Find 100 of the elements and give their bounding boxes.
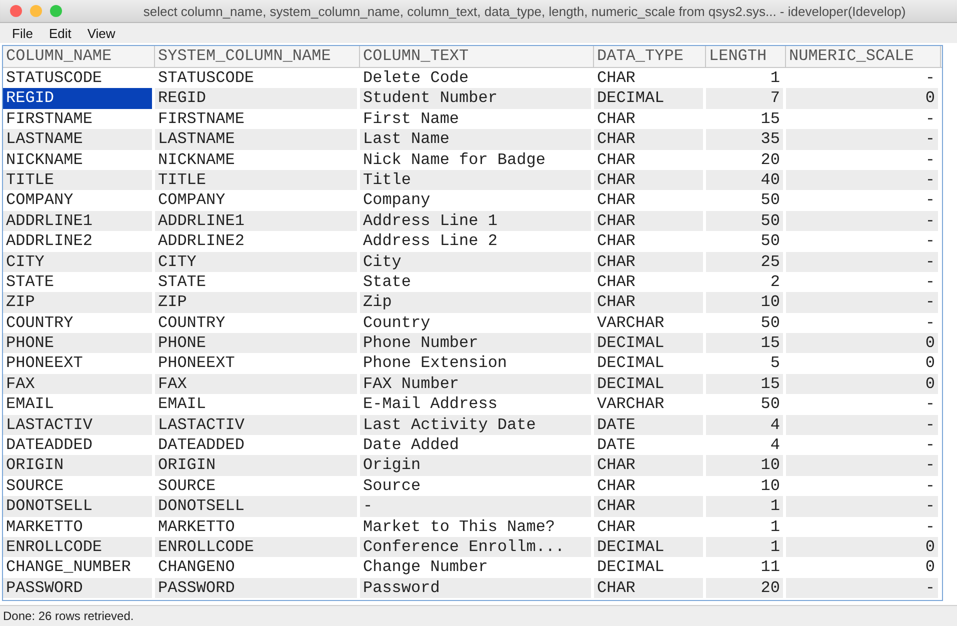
table-cell: - [786,210,938,232]
menu-item[interactable]: File [4,26,41,40]
table-cell: - [786,129,938,150]
table-cell-text: - [924,435,936,456]
column-header[interactable]: SYSTEM_COLUMN_NAME [155,46,360,67]
table-cell: 25 [706,252,783,272]
table-cell-text: 50 [760,231,781,252]
table-cell-text: STATUSCODE [157,68,256,88]
table-cell: Last Name [360,129,591,150]
table-cell: ZIP [155,292,357,313]
table-cell[interactable]: SOURCE [3,476,152,496]
table-cell: ADDRLINE1 [155,210,357,232]
table-cell[interactable]: PHONE [3,333,152,354]
table-cell-text: Company [362,190,432,211]
status-bar: Done: 26 rows retrieved. [0,605,957,626]
table-cell: 10 [706,292,783,313]
table-cell-text: 50 [760,190,781,211]
table-cell[interactable]: LASTNAME [3,129,152,150]
table-cell[interactable]: DATEADDED [3,435,152,456]
table-cell: - [786,170,938,190]
table-cell-text: DECIMAL [596,557,666,578]
table-cell[interactable]: COMPANY [3,190,152,211]
table-cell: LASTACTIV [155,414,357,436]
column-header[interactable]: LENGTH [706,46,786,67]
table-cell[interactable]: NICKNAME [3,150,152,170]
table-cell-text: CHAR [596,476,636,496]
table-cell: CHAR [594,252,703,272]
column-header[interactable]: NUMERIC_SCALE [786,46,941,67]
table-cell: CHAR [594,170,703,190]
table-cell: City [360,252,591,272]
table-cell: - [786,292,938,313]
table-cell[interactable]: PASSWORD [3,578,152,598]
table-cell[interactable]: STATUSCODE [3,68,152,88]
table-cell-text: 20 [760,150,781,170]
table-cell-text: CHANGENO [157,557,236,578]
table-cell-text: 50 [760,394,781,415]
table-cell[interactable]: CHANGE_NUMBER [3,557,152,578]
table-cell[interactable]: PHONEEXT [3,353,152,374]
table-cell[interactable]: STATE [3,272,152,292]
table-cell[interactable]: EMAIL [3,394,152,415]
table-cell: Address Line 1 [360,210,591,232]
table-cell: CHAR [594,210,703,232]
table-cell[interactable]: REGID [3,88,152,109]
table-cell: 15 [706,333,783,354]
table-cell: 0 [786,333,938,354]
minimize-icon[interactable] [30,5,42,17]
table-cell: CHAR [594,455,703,476]
table-cell-text: - [924,272,936,292]
table-cell-text: - [924,231,936,252]
zoom-icon[interactable] [50,5,62,17]
menu-item[interactable]: Edit [40,26,80,40]
table-cell-text: COMPANY [157,190,226,211]
close-icon[interactable] [10,5,22,17]
table-cell-text: Change Number [362,557,489,578]
table-cell-text: 50 [760,312,781,334]
table-cell: PASSWORD [155,578,357,598]
table-cell[interactable]: CITY [3,252,152,272]
table-cell[interactable]: FAX [3,374,152,394]
table-cell: - [360,496,591,517]
table-cell-text: CHAR [596,150,636,170]
column-header[interactable]: COLUMN_TEXT [360,46,594,67]
table-cell: FAX Number [360,374,591,394]
table-cell-text: Country [362,312,432,334]
table-cell-text: - [924,190,936,211]
table-cell[interactable]: FIRSTNAME [3,108,152,130]
table-cell: Conference Enrollm... [360,536,591,558]
table-cell[interactable]: COUNTRY [3,312,152,334]
table-cell: Last Activity Date [360,414,591,436]
table-cell[interactable]: LASTACTIV [3,414,152,436]
table-cell-text: CHAR [596,108,636,130]
table-cell: - [786,578,938,598]
table-cell: Zip [360,292,591,313]
table-cell[interactable]: TITLE [3,170,152,190]
table-cell: 0 [786,88,938,109]
table-cell: DATE [594,414,703,436]
table-cell-text: FIRSTNAME [157,108,246,130]
table-cell-text: CHAR [596,516,636,537]
menu-item[interactable]: View [79,26,124,40]
table-cell-text: 1 [769,68,781,88]
table-cell[interactable]: ADDRLINE2 [3,231,152,252]
table-cell: Origin [360,455,591,476]
table-cell-text: Phone Extension [362,353,508,374]
table-cell-text: - [924,108,936,130]
table-cell[interactable]: DONOTSELL [3,496,152,517]
column-header[interactable]: DATA_TYPE [594,46,706,67]
table-cell-text: Nick Name for Badge [362,150,546,170]
table-cell-text: - [924,476,936,496]
table-cell[interactable]: MARKETTO [3,516,152,537]
table-cell-text: Market to This Name? [362,516,556,537]
table-cell[interactable]: ADDRLINE1 [3,210,152,232]
table-cell-text: 10 [760,476,781,496]
table-cell: CHAR [594,292,703,313]
table-cell-text: 0 [924,557,936,578]
table-cell-text: 1 [769,516,781,537]
table-cell-text: - [924,312,936,334]
column-header[interactable]: COLUMN_NAME [3,46,155,67]
table-cell[interactable]: ZIP [3,292,152,313]
table-cell[interactable]: ORIGIN [3,455,152,476]
table-cell[interactable]: ENROLLCODE [3,536,152,558]
table-cell-text: VARCHAR [596,312,666,334]
